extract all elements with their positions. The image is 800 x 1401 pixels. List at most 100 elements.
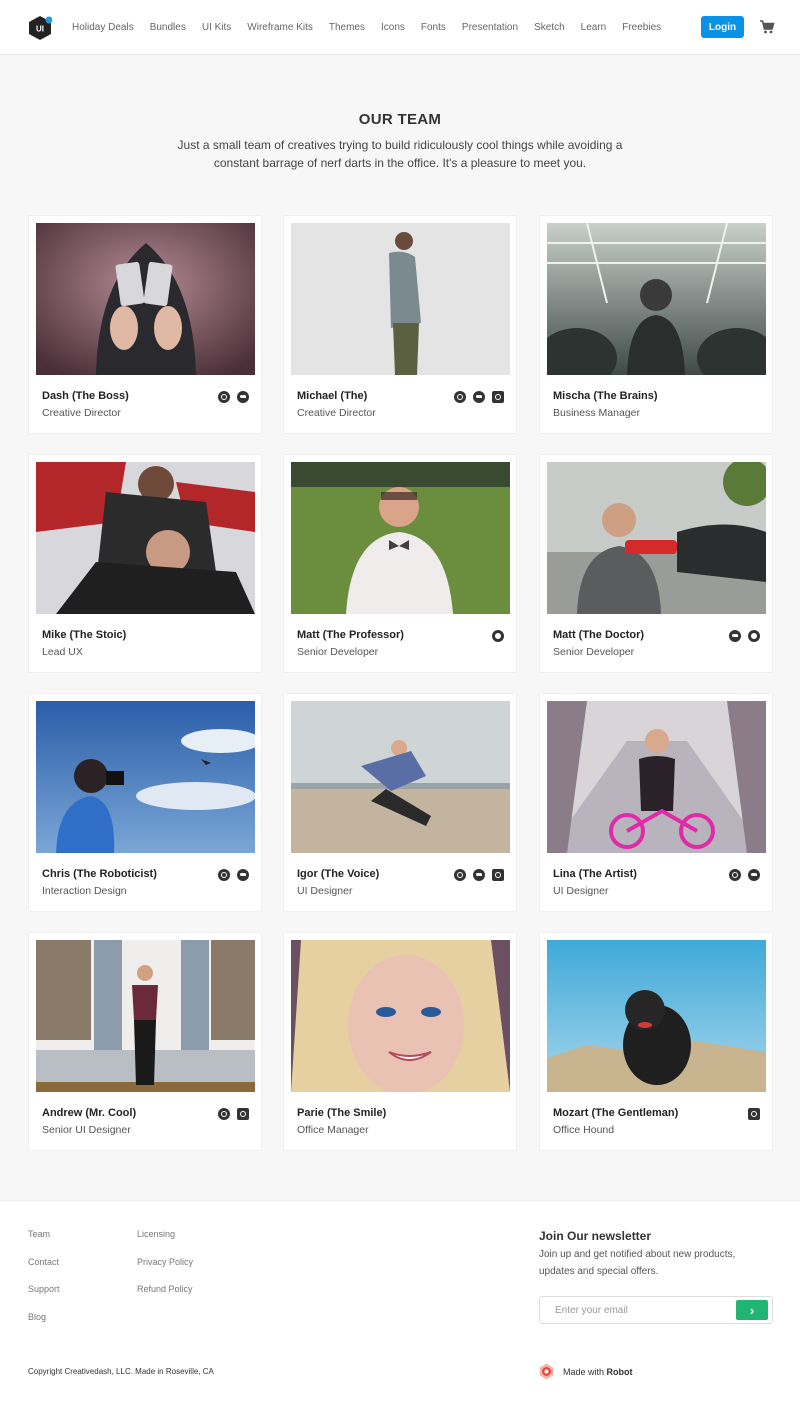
social-links <box>211 391 249 403</box>
member-role: Senior Developer <box>297 646 379 658</box>
social-links <box>722 869 760 881</box>
footer-link-refund-policy[interactable]: Refund Policy <box>137 1284 193 1312</box>
newsletter-title: Join Our newsletter <box>539 1229 652 1243</box>
made-with-prefix: Made with <box>563 1367 605 1377</box>
twitter-icon[interactable] <box>748 869 760 881</box>
footer-link-team[interactable]: Team <box>28 1229 60 1257</box>
robot-brand: Robot <box>606 1367 633 1377</box>
instagram-icon[interactable] <box>492 869 504 881</box>
dribbble-icon[interactable] <box>218 1108 230 1120</box>
team-photo <box>291 223 510 375</box>
main-nav: Holiday Deals Bundles UI Kits Wireframe … <box>72 0 677 55</box>
social-links <box>211 869 249 881</box>
copyright-text: Copyright Creativedash, LLC. Made in Ros… <box>28 1367 214 1376</box>
footer-links-col1: Team Contact Support Blog <box>28 1229 60 1339</box>
site-header: UI Holiday Deals Bundles UI Kits Wirefra… <box>0 0 800 55</box>
team-card: Matt (The Doctor) Senior Developer <box>539 454 773 673</box>
team-photo <box>291 940 510 1092</box>
dribbble-icon[interactable] <box>729 869 741 881</box>
footer-link-contact[interactable]: Contact <box>28 1257 60 1285</box>
login-button[interactable]: Login <box>701 16 744 38</box>
member-name: Dash (The Boss) <box>42 390 129 402</box>
social-links <box>741 1108 760 1120</box>
member-name: Matt (The Doctor) <box>553 629 645 641</box>
nav-icons[interactable]: Icons <box>381 22 405 33</box>
twitter-icon[interactable] <box>473 869 485 881</box>
nav-ui-kits[interactable]: UI Kits <box>202 22 231 33</box>
social-links <box>485 630 504 642</box>
nav-fonts[interactable]: Fonts <box>421 22 446 33</box>
page-title: OUR TEAM <box>358 111 442 128</box>
dribbble-icon[interactable] <box>218 391 230 403</box>
member-name: Matt (The Professor) <box>297 629 404 641</box>
newsletter-form: › <box>539 1296 773 1324</box>
team-card: Andrew (Mr. Cool) Senior UI Designer <box>28 932 262 1151</box>
member-role: Business Manager <box>553 407 640 419</box>
member-role: Senior UI Designer <box>42 1124 131 1136</box>
team-photo <box>547 940 766 1092</box>
team-photo <box>36 223 255 375</box>
member-name: Michael (The) <box>297 390 368 402</box>
member-name: Igor (The Voice) <box>297 868 380 880</box>
dribbble-icon[interactable] <box>454 391 466 403</box>
twitter-icon[interactable] <box>237 869 249 881</box>
newsletter-text: Join up and get notified about new produ… <box>539 1249 736 1277</box>
nav-freebies[interactable]: Freebies <box>622 22 661 33</box>
twitter-icon[interactable] <box>473 391 485 403</box>
dribbble-icon[interactable] <box>218 869 230 881</box>
member-role: Office Hound <box>553 1124 615 1136</box>
member-role: Office Manager <box>297 1124 369 1136</box>
nav-sketch[interactable]: Sketch <box>534 22 565 33</box>
team-photo <box>36 940 255 1092</box>
team-card: Parie (The Smile) Office Manager <box>283 932 517 1151</box>
page-subtitle: Just a small team of creatives trying to… <box>177 138 623 170</box>
team-card: Igor (The Voice) UI Designer <box>283 693 517 912</box>
team-card: Dash (The Boss) Creative Director <box>28 215 262 434</box>
team-photo <box>547 223 766 375</box>
made-with-robot[interactable]: Made with Robot <box>563 1367 633 1377</box>
chevron-right-icon: › <box>749 1302 755 1318</box>
social-links <box>447 391 504 403</box>
email-input[interactable] <box>540 1297 730 1323</box>
instagram-icon[interactable] <box>237 1108 249 1120</box>
logo-text: UI <box>36 25 44 34</box>
twitter-icon[interactable] <box>729 630 741 642</box>
twitter-icon[interactable] <box>237 391 249 403</box>
github-icon[interactable] <box>492 630 504 642</box>
member-role: Creative Director <box>297 407 376 419</box>
footer-link-privacy-policy[interactable]: Privacy Policy <box>137 1257 193 1285</box>
instagram-icon[interactable] <box>748 1108 760 1120</box>
nav-presentation[interactable]: Presentation <box>462 22 518 33</box>
team-card: Mischa (The Brains) Business Manager <box>539 215 773 434</box>
site-footer: Team Contact Support Blog Licensing Priv… <box>0 1200 800 1401</box>
social-links <box>447 869 504 881</box>
cart-icon[interactable] <box>759 19 775 35</box>
nav-holiday-deals[interactable]: Holiday Deals <box>72 22 134 33</box>
instagram-icon[interactable] <box>492 391 504 403</box>
member-role: Interaction Design <box>42 885 127 897</box>
dribbble-icon[interactable] <box>454 869 466 881</box>
logo[interactable]: UI <box>28 15 52 41</box>
member-name: Mozart (The Gentleman) <box>553 1107 679 1119</box>
member-name: Mischa (The Brains) <box>553 390 658 402</box>
team-photo <box>547 701 766 853</box>
nav-bundles[interactable]: Bundles <box>150 22 186 33</box>
nav-wireframe-kits[interactable]: Wireframe Kits <box>247 22 313 33</box>
member-role: Creative Director <box>42 407 121 419</box>
nav-learn[interactable]: Learn <box>581 22 607 33</box>
team-card: Mozart (The Gentleman) Office Hound <box>539 932 773 1151</box>
team-photo <box>36 462 255 614</box>
team-card: Michael (The) Creative Director <box>283 215 517 434</box>
member-name: Mike (The Stoic) <box>42 629 127 641</box>
team-card: Chris (The Roboticist) Interaction Desig… <box>28 693 262 912</box>
subscribe-button[interactable]: › <box>736 1300 768 1320</box>
nav-themes[interactable]: Themes <box>329 22 365 33</box>
footer-link-licensing[interactable]: Licensing <box>137 1229 193 1257</box>
robot-icon <box>539 1363 554 1380</box>
github-icon[interactable] <box>748 630 760 642</box>
team-card: Matt (The Professor) Senior Developer <box>283 454 517 673</box>
team-card: Lina (The Artist) UI Designer <box>539 693 773 912</box>
footer-link-blog[interactable]: Blog <box>28 1312 60 1340</box>
footer-link-support[interactable]: Support <box>28 1284 60 1312</box>
member-name: Chris (The Roboticist) <box>42 868 157 880</box>
